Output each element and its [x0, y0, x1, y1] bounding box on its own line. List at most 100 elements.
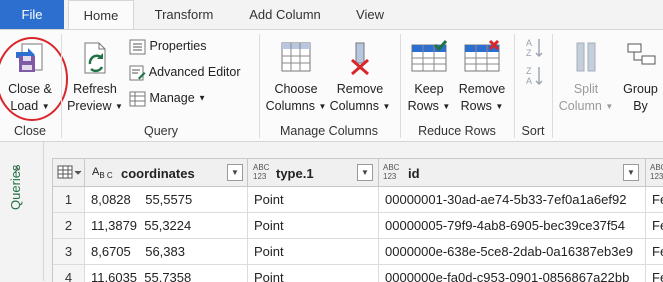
remove-rows-label-2: Rows ▼ [460, 99, 504, 113]
group-by-label-2: By [633, 99, 648, 113]
advanced-editor-button[interactable]: Advanced Editor [129, 62, 241, 82]
column-header-coordinates[interactable]: AB C coordinates ▼ [85, 159, 248, 187]
advanced-editor-icon [129, 65, 146, 81]
queries-pane [0, 142, 44, 281]
group-divider [259, 34, 260, 138]
cell-next[interactable]: Fe [646, 187, 663, 213]
refresh-preview-button[interactable]: Refresh Preview ▼ [66, 40, 124, 115]
tab-home[interactable]: Home [68, 0, 134, 29]
refresh-icon [84, 42, 106, 74]
row-number[interactable]: 4 [53, 265, 85, 282]
group-divider [514, 34, 515, 138]
home-ribbon: Close & Load ▼ Close Refresh Preview ▼ P… [0, 29, 663, 142]
cell-id[interactable]: 00000005-79f9-4ab8-6905-bec39ce37f54 [379, 213, 646, 239]
cell-type[interactable]: Point [248, 239, 379, 265]
row-number[interactable]: 3 [53, 239, 85, 265]
column-name: type.1 [276, 166, 314, 181]
tab-file[interactable]: File [0, 0, 64, 29]
table-corner-menu[interactable] [53, 159, 85, 187]
group-by-button[interactable]: Group By [618, 40, 663, 115]
cell-id[interactable]: 0000000e-638e-5ce8-2dab-0a16387eb3e9 [379, 239, 646, 265]
any-type-icon: ABC123 [253, 163, 270, 181]
remove-rows-button[interactable]: Remove Rows ▼ [455, 39, 509, 115]
manage-button[interactable]: Manage ▼ [129, 88, 206, 109]
column-header-id[interactable]: ABC 123 id ▼ [379, 159, 646, 187]
tab-transform[interactable]: Transform [141, 0, 227, 29]
svg-text:A: A [526, 76, 532, 86]
data-grid: AB C coordinates ▼ ABC 123 type.1 ▼ ABC 12… [52, 158, 663, 282]
choose-columns-label-2: Columns ▼ [265, 99, 327, 113]
column-header-type[interactable]: ABC 123 type.1 ▼ [248, 159, 379, 187]
advanced-editor-label: Advanced Editor [148, 65, 241, 79]
table-icon [57, 165, 82, 179]
choose-columns-icon [281, 42, 311, 72]
svg-text:Z: Z [526, 48, 532, 58]
sort-ascending-icon: A Z [526, 38, 543, 58]
remove-columns-icon [351, 42, 369, 76]
cell-next[interactable]: Fe [646, 239, 663, 265]
cell-next[interactable]: Fe [646, 213, 663, 239]
choose-columns-label-1: Choose [274, 82, 318, 96]
group-label-close: Close [14, 124, 46, 138]
group-divider [552, 34, 553, 138]
column-filter-dropdown-icon[interactable]: ▼ [623, 164, 639, 181]
keep-rows-label-2: Rows ▼ [407, 99, 451, 113]
svg-text:A: A [526, 38, 532, 48]
group-label-query: Query [143, 124, 179, 138]
group-by-icon [627, 43, 655, 65]
sort-descending-icon: Z A [526, 66, 543, 86]
cell-id[interactable]: 0000000e-fa0d-c953-0901-0856867a22bb [379, 265, 646, 282]
split-column-label-2: Column ▼ [558, 99, 614, 113]
remove-columns-button[interactable]: Remove Columns ▼ [328, 40, 392, 115]
group-by-label-1: Group [623, 82, 658, 96]
refresh-label-2: Preview ▼ [67, 99, 123, 113]
properties-icon [129, 39, 146, 55]
row-number[interactable]: 2 [53, 213, 85, 239]
remove-columns-label-2: Columns ▼ [329, 99, 391, 113]
keep-rows-button[interactable]: Keep Rows ▼ [404, 40, 454, 115]
ribbon-tab-bar: File Home Transform Add Column View [0, 0, 663, 29]
column-filter-dropdown-icon[interactable]: ▼ [357, 164, 373, 181]
group-divider [400, 34, 401, 138]
column-name: id [408, 166, 420, 181]
cell-coordinates[interactable]: 8,0828 55,5575 [85, 187, 248, 213]
column-filter-dropdown-icon[interactable]: ▼ [227, 164, 243, 181]
text-type-icon: AB C [92, 166, 113, 181]
choose-columns-button[interactable]: Choose Columns ▼ [264, 40, 328, 115]
cell-id[interactable]: 00000001-30ad-ae74-5b33-7ef0a1a6ef92 [379, 187, 646, 213]
remove-rows-label-1: Remove [458, 82, 506, 96]
any-type-icon: ABC123 [650, 163, 663, 181]
cell-coordinates[interactable]: 11,3879 55,3224 [85, 213, 248, 239]
cell-type[interactable]: Point [248, 265, 379, 282]
cell-coordinates[interactable]: 8,6705 56,383 [85, 239, 248, 265]
manage-icon [129, 91, 146, 107]
keep-rows-icon [411, 40, 448, 72]
properties-button[interactable]: Properties [129, 36, 206, 56]
group-label-sort: Sort [521, 124, 545, 138]
cell-coordinates[interactable]: 11,6035 55,7358 [85, 265, 248, 282]
group-label-manage-columns: Manage Columns [280, 124, 378, 138]
refresh-label-1: Refresh [73, 82, 117, 96]
sort-ascending-button[interactable]: A Z [524, 36, 544, 63]
sort-descending-button[interactable]: Z A [524, 64, 544, 91]
tab-view[interactable]: View [343, 0, 397, 29]
properties-label: Properties [149, 39, 207, 53]
remove-columns-label-1: Remove [336, 82, 384, 96]
group-divider [61, 34, 62, 138]
column-header-next[interactable]: ABC123 [646, 159, 663, 187]
remove-rows-icon [464, 39, 500, 72]
manage-label: Manage [149, 91, 195, 105]
any-type-icon: ABC123 [383, 163, 400, 181]
cell-type[interactable]: Point [248, 187, 379, 213]
column-name: coordinates [121, 166, 195, 181]
group-label-reduce-rows: Reduce Rows [418, 124, 496, 138]
row-number[interactable]: 1 [53, 187, 85, 213]
cell-type[interactable]: Point [248, 213, 379, 239]
split-column-label-1: Split [573, 82, 599, 96]
split-column-icon [576, 42, 596, 72]
tab-add-column[interactable]: Add Column [236, 0, 334, 29]
cell-next[interactable]: Fe [646, 265, 663, 282]
queries-pane-label[interactable]: Queries [8, 164, 23, 210]
split-column-button[interactable]: Split Column ▼ [556, 40, 616, 115]
keep-rows-label-1: Keep [414, 82, 444, 96]
